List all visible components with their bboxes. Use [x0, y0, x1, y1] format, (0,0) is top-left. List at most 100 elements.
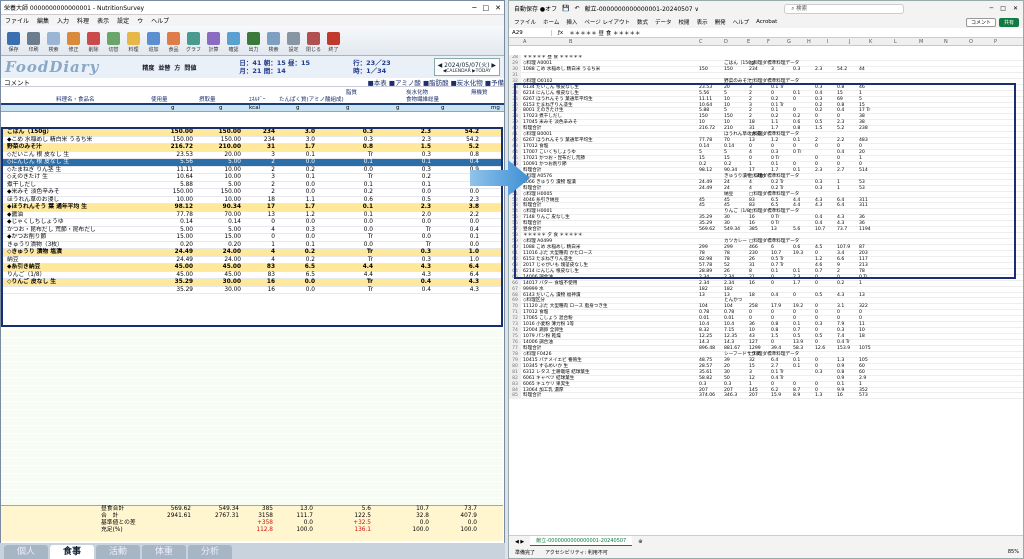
cell[interactable]: 2 [815, 138, 818, 143]
food-row[interactable]: ◆醤油 77.78 70.00 13 1.2 0.1 2.0 2.2 [3, 212, 501, 219]
cell[interactable]: 0 Tr [771, 156, 779, 161]
cell[interactable]: 0.2 Tr [771, 186, 784, 191]
cell[interactable]: 11.11 [699, 97, 712, 102]
cell[interactable]: 0.2 [793, 114, 800, 119]
cell[interactable]: 19.2 [793, 304, 803, 309]
cell[interactable]: 1 [837, 186, 840, 191]
food-row[interactable]: きゅうり漬物（3枚） 0.20 0.20 1 0.1 0.0 Tr 0.0 [3, 242, 501, 249]
cell[interactable]: 35.61 [699, 370, 712, 375]
cell[interactable]: 0.3 [837, 328, 844, 333]
food-row[interactable]: ◆ほうれんそう 葉 通年平均 生 98.12 90.34 17 1.7 0.1 2.3 3.8 [3, 204, 501, 212]
cell[interactable]: 8.7 [793, 388, 800, 393]
cell[interactable]: 24 [724, 186, 730, 191]
comment-button[interactable]: コメント [965, 17, 996, 27]
cell[interactable]: 0.3 [815, 85, 822, 90]
menu-view[interactable]: 表示 [97, 16, 109, 25]
cell[interactable]: 43 [749, 334, 755, 339]
cell[interactable]: 213 [859, 263, 868, 268]
cell[interactable]: 10 [859, 328, 865, 333]
cell[interactable]: 514 [859, 168, 868, 173]
cell[interactable]: 6153 たまねぎりん茎生 [523, 103, 573, 108]
cell[interactable]: 26 [749, 257, 755, 262]
cell[interactable]: 1 [859, 281, 862, 286]
cell[interactable]: □料理ダ標準料理データ [749, 132, 799, 137]
close-icon[interactable]: ✕ [495, 4, 501, 12]
cell[interactable]: 0 [815, 162, 818, 167]
cell[interactable]: 0 [771, 275, 774, 280]
cell[interactable]: 234 [749, 67, 758, 72]
cell[interactable]: 17 [749, 168, 755, 173]
cell[interactable]: 31 [749, 126, 755, 131]
cell[interactable]: □料理ダ標準料理データ [749, 209, 799, 214]
cell[interactable]: 0.1 Tr [771, 370, 784, 375]
cell[interactable]: 0.3 [699, 382, 706, 387]
cell[interactable]: 0.1 [793, 168, 800, 173]
menu-help[interactable]: ヘルプ [151, 16, 169, 25]
cell[interactable]: 105 [859, 358, 868, 363]
cell[interactable]: 野菜のみそ汁 [724, 79, 752, 84]
cell[interactable]: 8.32 [699, 328, 709, 333]
cell[interactable]: 30 [724, 370, 730, 375]
cell[interactable]: 1 [859, 156, 862, 161]
cell[interactable]: 1194 [859, 227, 871, 232]
cell[interactable]: 150 [699, 114, 708, 119]
cell[interactable]: 0 [793, 382, 796, 387]
cell[interactable]: 15 [724, 156, 730, 161]
cell[interactable]: 4.3 [815, 203, 822, 208]
cell[interactable]: 45 [724, 203, 730, 208]
cell[interactable]: 0.6 [793, 245, 800, 250]
print-tool-button[interactable]: 印刷 [25, 29, 42, 53]
cell[interactable]: 9 [837, 263, 840, 268]
cell[interactable]: 0 [815, 156, 818, 161]
zoom-level[interactable]: 85% [1008, 549, 1019, 555]
cell[interactable]: 12.25 [699, 334, 712, 339]
cell[interactable]: 39.4 [771, 346, 781, 351]
cell[interactable]: 73.7 [837, 227, 847, 232]
cell[interactable]: 0 [837, 144, 840, 149]
cell[interactable]: 1088 こめ 水稲めし 精白米 [523, 245, 580, 250]
cell[interactable]: 0 [793, 144, 796, 149]
cell[interactable]: 1075 [859, 346, 871, 351]
tab-activity[interactable]: 活動 [96, 545, 140, 559]
cell[interactable]: 17012 食塩 [523, 144, 548, 149]
cell[interactable]: 0.1 [771, 162, 778, 167]
cell[interactable]: 0.2 [724, 162, 731, 167]
cell[interactable]: 104 [724, 304, 733, 309]
cell[interactable]: 45 [699, 203, 705, 208]
cell[interactable]: 0 [859, 316, 862, 321]
date-picker[interactable]: ◀ 2024/05/07(火) ▶ ◀CALENDAR ▶TODAY [433, 58, 500, 76]
cell[interactable]: 6.5 [771, 203, 778, 208]
cell[interactable]: 0.4 [837, 108, 844, 113]
cell[interactable]: 203 [859, 251, 868, 256]
cell[interactable]: 12004 鶏卵 全卵生 [523, 328, 564, 333]
cell[interactable]: 36 [859, 215, 865, 220]
cell[interactable]: 1.5 [771, 334, 778, 339]
spreadsheet-grid[interactable]: 28 ＊＊＊＊＊ 昼 食 ＊＊＊＊＊ 29 ◇料理 A0001 ごはん（150g） □料理… [509, 55, 1023, 535]
cell[interactable]: 0 [837, 310, 840, 315]
cell[interactable]: 0 [749, 156, 752, 161]
cell[interactable]: 322 [859, 304, 868, 309]
food-row[interactable]: ◆糸引き納豆 45.00 45.00 83 6.5 4.4 4.3 6.4 [3, 264, 501, 272]
cell[interactable]: 1 [837, 180, 840, 185]
cell[interactable]: 納豆 [724, 192, 733, 197]
cell[interactable]: 13 [699, 293, 705, 298]
cell[interactable]: 6267 ほうれんそう 葉通年平均生 [523, 97, 593, 102]
cell[interactable]: 16 [837, 393, 843, 398]
cell[interactable]: 0.1 [793, 364, 800, 369]
cell[interactable]: 8001 えのきたけ生 [523, 108, 564, 113]
cell[interactable]: 150 [699, 67, 708, 72]
cell[interactable]: 15 [749, 364, 755, 369]
cell[interactable]: 117 [859, 257, 868, 262]
food-tool-button[interactable]: 食品 [165, 29, 182, 53]
cell[interactable]: ◇料理 A0499 [523, 239, 552, 244]
cell[interactable]: 0.7 [793, 328, 800, 333]
food-row[interactable]: 煮干しだし5.885.0020.00.10.10.4 [3, 182, 501, 189]
cell[interactable]: 16 [749, 281, 755, 286]
cell[interactable]: 10.7 [815, 227, 825, 232]
cell[interactable]: 0.7 [815, 269, 822, 274]
cell[interactable]: 150 [724, 114, 733, 119]
cell[interactable]: 82.98 [699, 257, 712, 262]
cell[interactable]: 549.34 [724, 227, 740, 232]
cell[interactable]: 87 [859, 245, 865, 250]
cell[interactable]: 0 [815, 316, 818, 321]
